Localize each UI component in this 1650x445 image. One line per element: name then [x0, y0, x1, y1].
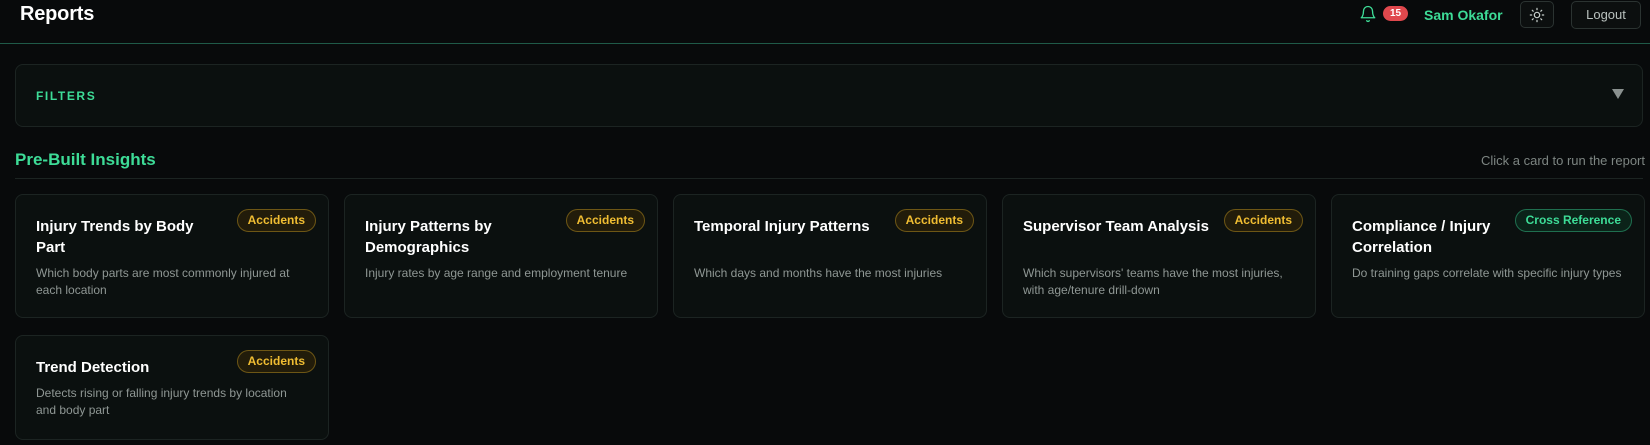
category-badge: Accidents [894, 209, 974, 232]
card-title: Compliance / Injury Correlation [1352, 218, 1491, 256]
section-title: Pre-Built Insights [15, 150, 156, 169]
card-description: Detects rising or falling injury trends … [36, 386, 287, 417]
sun-icon [1529, 7, 1545, 22]
section-hint: Click a card to run the report [1480, 153, 1645, 168]
card-title: Trend Detection [36, 359, 150, 376]
logout-button[interactable]: Logout [1571, 1, 1641, 29]
category-badge: Accidents [236, 350, 316, 373]
filters-label: FILTERS [36, 89, 97, 103]
filters-panel[interactable]: FILTERS [15, 64, 1643, 127]
category-badge: Accidents [1223, 209, 1303, 232]
page-title: Reports [20, 3, 95, 25]
notification-count-badge[interactable]: 15 [1383, 6, 1408, 21]
section-divider [15, 178, 1643, 179]
card-description: Which body parts are most commonly injur… [36, 266, 290, 297]
category-badge: Accidents [565, 209, 645, 232]
category-badge: Accidents [236, 209, 316, 232]
card-description: Which days and months have the most inju… [694, 266, 943, 280]
theme-toggle-button[interactable] [1520, 1, 1554, 28]
card-title: Injury Trends by Body Part [36, 218, 194, 256]
card-title: Temporal Injury Patterns [694, 218, 870, 235]
caret-down-icon[interactable] [1612, 89, 1624, 99]
bell-icon[interactable] [1359, 5, 1377, 23]
insight-card-demographics[interactable]: Injury Patterns by Demographics Accident… [344, 194, 658, 318]
card-description: Which supervisors' teams have the most i… [1023, 266, 1283, 297]
insight-card-body-part[interactable]: Injury Trends by Body Part Accidents Whi… [15, 194, 329, 318]
card-title: Supervisor Team Analysis [1023, 218, 1209, 235]
card-description: Injury rates by age range and employment… [365, 266, 628, 280]
insight-card-supervisor[interactable]: Supervisor Team Analysis Accidents Which… [1002, 194, 1316, 318]
card-description: Do training gaps correlate with specific… [1352, 266, 1622, 280]
insight-card-temporal[interactable]: Temporal Injury Patterns Accidents Which… [673, 194, 987, 318]
card-title: Injury Patterns by Demographics [365, 218, 492, 256]
category-badge: Cross Reference [1514, 209, 1632, 232]
user-name[interactable]: Sam Okafor [1424, 7, 1503, 23]
insight-card-trend-detection[interactable]: Trend Detection Accidents Detects rising… [15, 335, 329, 440]
insight-card-compliance[interactable]: Compliance / Injury Correlation Cross Re… [1331, 194, 1645, 318]
top-bar: Reports 15 Sam Okafor Logout [0, 0, 1650, 44]
